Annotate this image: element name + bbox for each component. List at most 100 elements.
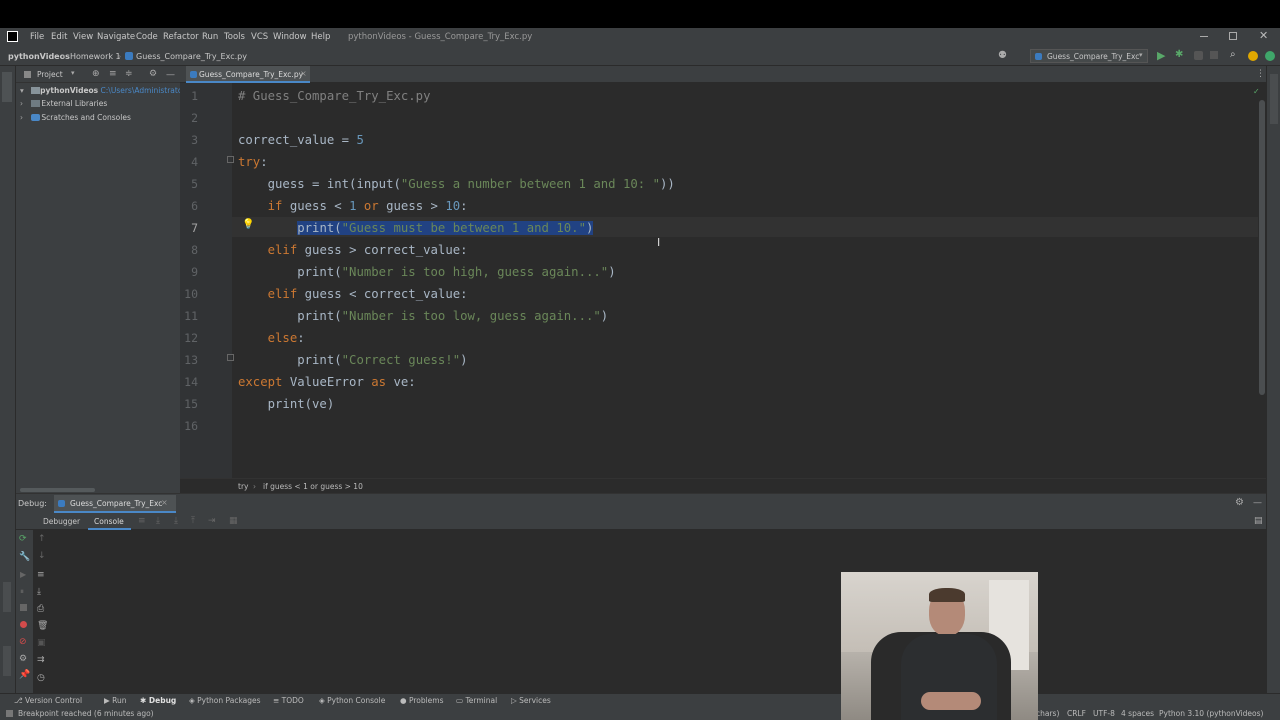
soft-wrap-icon[interactable]: ≡ [37, 570, 45, 580]
tree-item-scratches[interactable]: › Scratches and Consoles [20, 113, 131, 122]
updates-icon[interactable] [1248, 51, 1258, 61]
project-scrollbar[interactable] [20, 488, 95, 492]
debug-icon[interactable]: ✱ [1175, 49, 1183, 60]
evaluate-icon[interactable]: ▦ [229, 516, 238, 526]
breadcrumb-file[interactable]: Guess_Compare_Try_Exc.py [136, 52, 247, 61]
tool-terminal[interactable]: ▭ Terminal [456, 696, 497, 705]
menu-refactor[interactable]: Refactor [163, 32, 199, 42]
clock-icon[interactable]: ◷ [37, 673, 45, 683]
tree-item-external-libraries[interactable]: › External Libraries [20, 99, 107, 108]
menu-vcs[interactable]: VCS [251, 32, 268, 42]
run-config-select[interactable]: Guess_Compare_Try_Exc ▾ [1030, 49, 1148, 63]
status-line-separator[interactable]: CRLF [1067, 709, 1086, 718]
code-line: except ValueError as ve: [238, 375, 416, 389]
close-tab-icon[interactable]: × [161, 498, 168, 507]
code-line: correct_value = 5 [238, 133, 364, 147]
trash-icon[interactable]: 🗑 [37, 621, 48, 631]
plugin-icon[interactable] [1265, 51, 1275, 61]
hide-icon[interactable]: — [1253, 498, 1262, 508]
fold-icon[interactable] [227, 354, 234, 361]
step-into-my-code-icon[interactable]: ⤓ [174, 516, 178, 526]
status-encoding[interactable]: UTF-8 [1093, 709, 1115, 718]
wrench-icon[interactable]: 🔧 [19, 552, 30, 562]
debug-session-tab[interactable]: Guess_Compare_Try_Exc × [54, 495, 176, 513]
menu-file[interactable]: File [30, 32, 44, 42]
menu-run[interactable]: Run [202, 32, 218, 42]
tool-problems[interactable]: ● Problems [400, 696, 444, 705]
search-icon[interactable]: ⌕ [1230, 49, 1236, 60]
pause-icon[interactable]: ⏸ [20, 587, 24, 597]
chevron-down-icon[interactable]: ▾ [71, 69, 75, 77]
show-variables-icon[interactable]: ⇉ [37, 655, 45, 665]
expand-all-icon[interactable]: ≡ [109, 69, 117, 79]
close-icon[interactable]: ✕ [1259, 29, 1268, 42]
editor-tab-active[interactable]: Guess_Compare_Try_Exc.py × [186, 66, 310, 83]
pin-icon[interactable]: 📌 [19, 670, 30, 680]
project-side-tab[interactable] [2, 72, 12, 102]
status-indent[interactable]: 4 spaces [1121, 709, 1154, 718]
minimize-icon[interactable] [1200, 36, 1208, 37]
code-editor[interactable] [232, 83, 1258, 478]
breadcrumb-folder[interactable]: Homework 1 [70, 52, 121, 61]
tool-debug[interactable]: ✱ Debug [140, 696, 176, 705]
tool-todo[interactable]: ≡ TODO [273, 696, 304, 705]
tab-debugger[interactable]: Debugger [43, 517, 80, 526]
pycharm-logo-icon [7, 31, 18, 42]
tool-version-control[interactable]: ⎇ Version Control [14, 696, 82, 705]
stop-icon[interactable] [1210, 51, 1218, 59]
gear-icon[interactable]: ⚙ [149, 69, 157, 79]
breadcrumb-if[interactable]: if guess < 1 or guess > 10 [263, 482, 363, 491]
status-interpreter[interactable]: Python 3.10 (pythonVideos) [1159, 709, 1263, 718]
breadcrumb-project[interactable]: pythonVideos [8, 52, 70, 61]
hide-icon[interactable]: — [166, 70, 175, 80]
mute-breakpoints-icon[interactable]: ⊘ [19, 637, 27, 647]
menu-tools[interactable]: Tools [224, 32, 245, 42]
structure-side-tab[interactable] [3, 646, 11, 676]
step-over-icon[interactable]: ≡ [138, 516, 146, 526]
arrow-up-icon[interactable]: ↑ [38, 534, 46, 544]
close-tab-icon[interactable]: × [300, 69, 307, 78]
menu-edit[interactable]: Edit [51, 32, 67, 42]
menu-code[interactable]: Code [136, 32, 158, 42]
tool-python-packages[interactable]: ◈ Python Packages [189, 696, 261, 705]
run-icon[interactable]: ▶ [1157, 49, 1165, 62]
coverage-icon[interactable] [1194, 51, 1203, 60]
resume-icon[interactable]: ▶ [20, 570, 26, 579]
stop-icon[interactable] [20, 604, 27, 611]
breadcrumb-try[interactable]: try [238, 482, 248, 491]
bookmarks-side-tab[interactable] [3, 582, 11, 612]
more-icon[interactable]: ⋮ [1256, 69, 1265, 79]
python-config-icon [1035, 53, 1042, 60]
user-icon[interactable]: ⚉ [998, 50, 1007, 61]
print-icon[interactable]: ⎙ [37, 604, 44, 614]
tab-console[interactable]: Console [88, 513, 131, 530]
settings-icon[interactable]: ⚙ [19, 654, 27, 664]
menu-window[interactable]: Window [273, 32, 307, 42]
status-message[interactable]: Breakpoint reached (6 minutes ago) [18, 709, 154, 718]
project-panel-title[interactable]: Project [37, 70, 63, 79]
step-into-icon[interactable]: ⤓ [156, 516, 160, 526]
run-to-cursor-icon[interactable]: ⇥ [208, 516, 216, 526]
arrow-down-icon[interactable]: ↓ [38, 551, 46, 561]
tree-item-project[interactable]: ▾ pythonVideos C:\Users\Administrator [20, 86, 186, 95]
tool-python-console[interactable]: ◈ Python Console [319, 696, 385, 705]
tool-run[interactable]: ▶ Run [104, 696, 127, 705]
menu-navigate[interactable]: Navigate [97, 32, 135, 42]
restore-icon[interactable] [1229, 32, 1237, 40]
notifications-side-tab[interactable] [1270, 74, 1278, 124]
menu-help[interactable]: Help [311, 32, 330, 42]
gear-icon[interactable]: ⚙ [1235, 497, 1244, 508]
scroll-to-end-icon[interactable]: ⤓ [37, 587, 41, 597]
fold-icon[interactable] [227, 156, 234, 163]
view-breakpoints-icon[interactable] [20, 621, 27, 628]
collapse-all-icon[interactable]: ≑ [125, 69, 133, 79]
tool-services[interactable]: ▷ Services [511, 696, 551, 705]
status-chars[interactable]: chars) [1036, 709, 1059, 718]
locate-icon[interactable]: ⊕ [92, 69, 100, 79]
layout-icon[interactable]: ▤ [1254, 516, 1263, 526]
rerun-icon[interactable]: ⟳ [19, 534, 27, 544]
step-out-icon[interactable]: ⤒ [191, 516, 195, 526]
editor-scrollbar-thumb[interactable] [1259, 100, 1265, 395]
menu-view[interactable]: View [73, 32, 93, 42]
python-console-icon[interactable]: ▣ [37, 638, 46, 648]
